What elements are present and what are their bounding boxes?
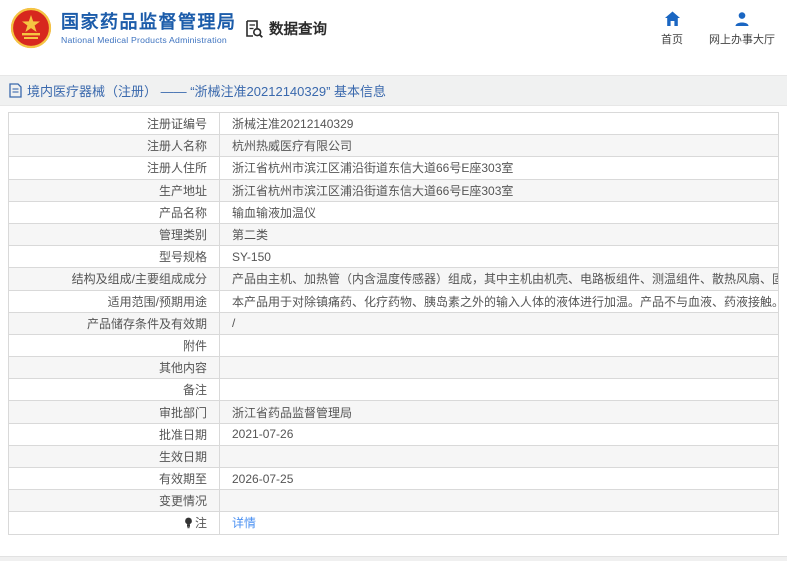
- row-label: 生效日期: [8, 444, 220, 469]
- row-label: 审批部门: [8, 400, 220, 424]
- row-value: 浙江省杭州市滨江区浦沿街道东信大道66号E座303室: [219, 178, 779, 202]
- row-label: 注册人住所: [8, 156, 220, 180]
- row-value: 浙械注准20212140329: [219, 111, 779, 136]
- row-value: [219, 333, 779, 358]
- detail-link[interactable]: 详情: [232, 516, 256, 530]
- person-icon: [735, 12, 749, 26]
- table-row: 适用范围/预期用途 本产品用于对除镇痛药、化疗药物、胰岛素之外的输入人体的液体进…: [8, 289, 779, 313]
- row-value: 输血输液加温仪: [219, 200, 779, 224]
- bulb-icon: [185, 518, 192, 529]
- data-query-label: 数据查询: [269, 22, 327, 38]
- row-value: [219, 489, 779, 513]
- footer-strip: [0, 556, 787, 561]
- row-label: 生产地址: [8, 178, 220, 202]
- row-value: [219, 378, 779, 402]
- nav-item-label: 网上办事大厅: [709, 34, 775, 46]
- agency-logo-group: 国家药品监督管理局 National Medical Products Admi…: [10, 7, 237, 49]
- table-row: 批准日期 2021-07-26: [8, 422, 779, 446]
- row-label: 管理类别: [8, 222, 220, 247]
- table-row: 变更情况: [8, 489, 779, 513]
- top-nav: 首页 网上办事大厅: [661, 11, 775, 47]
- data-query-tab[interactable]: 数据查询: [244, 18, 327, 39]
- table-row: 注册人名称 杭州热威医疗有限公司: [8, 134, 779, 158]
- table-row: 注 详情: [8, 511, 779, 535]
- row-label: 备注: [8, 378, 220, 402]
- row-label: 结构及组成/主要组成成分: [8, 267, 220, 291]
- table-row: 生效日期: [8, 444, 779, 469]
- table-row: 审批部门 浙江省药品监督管理局: [8, 400, 779, 424]
- agency-name-cn: 国家药品监督管理局: [61, 12, 237, 32]
- national-emblem-icon: [10, 7, 52, 49]
- info-table-body: 注册证编号 浙械注准20212140329 注册人名称 杭州热威医疗有限公司 注…: [8, 111, 779, 535]
- breadcrumb-text: 境内医疗器械（注册） —— “浙械注准20212140329” 基本信息: [27, 84, 387, 99]
- row-value: 浙江省杭州市滨江区浦沿街道东信大道66号E座303室: [219, 156, 779, 180]
- row-label: 附件: [8, 333, 220, 358]
- row-label: 其他内容: [8, 356, 220, 380]
- row-label: 产品储存条件及有效期: [8, 311, 220, 335]
- table-row: 型号规格 SY-150: [8, 245, 779, 269]
- row-value: 2021-07-26: [219, 422, 779, 446]
- breadcrumb: 境内医疗器械（注册） —— “浙械注准20212140329” 基本信息: [9, 81, 386, 100]
- table-row: 附件: [8, 333, 779, 358]
- registration-info-table-wrap: 注册证编号 浙械注准20212140329 注册人名称 杭州热威医疗有限公司 注…: [0, 106, 787, 535]
- nav-item-service-hall[interactable]: 网上办事大厅: [709, 11, 775, 47]
- row-value: 浙江省药品监督管理局: [219, 400, 779, 424]
- row-label: 有效期至: [8, 466, 220, 491]
- row-label: 注册证编号: [8, 111, 220, 136]
- row-label: 批准日期: [8, 422, 220, 446]
- row-value: [219, 356, 779, 380]
- document-icon: [9, 83, 22, 98]
- table-row: 产品名称 输血输液加温仪: [8, 200, 779, 224]
- row-label: 适用范围/预期用途: [8, 289, 220, 313]
- table-row: 注册证编号 浙械注准20212140329: [8, 111, 779, 136]
- nav-item-home[interactable]: 首页: [661, 11, 683, 47]
- nav-item-label: 首页: [661, 34, 683, 46]
- row-value: 详情: [219, 511, 779, 535]
- row-label: 注: [8, 511, 220, 535]
- row-label: 产品名称: [8, 200, 220, 224]
- table-row: 结构及组成/主要组成成分 产品由主机、加热管（内含温度传感器）组成，其中主机由机…: [8, 267, 779, 291]
- row-value: /: [219, 311, 779, 335]
- agency-name-en: National Medical Products Administration: [61, 35, 227, 45]
- row-value: 杭州热威医疗有限公司: [219, 134, 779, 158]
- table-row: 产品储存条件及有效期 /: [8, 311, 779, 335]
- table-row: 管理类别 第二类: [8, 222, 779, 247]
- document-search-icon: [246, 19, 263, 38]
- row-label: 注册人名称: [8, 134, 220, 158]
- row-value: SY-150: [219, 245, 779, 269]
- row-label: 型号规格: [8, 245, 220, 269]
- table-row: 其他内容: [8, 356, 779, 380]
- breadcrumb-bar: 境内医疗器械（注册） —— “浙械注准20212140329” 基本信息: [0, 75, 787, 106]
- row-label: 变更情况: [8, 489, 220, 513]
- row-value: [219, 444, 779, 469]
- home-icon: [664, 11, 680, 26]
- header: 国家药品监督管理局 National Medical Products Admi…: [0, 0, 787, 75]
- table-row: 注册人住所 浙江省杭州市滨江区浦沿街道东信大道66号E座303室: [8, 156, 779, 180]
- row-value: 2026-07-25: [219, 466, 779, 491]
- agency-title-block: 国家药品监督管理局 National Medical Products Admi…: [61, 11, 237, 45]
- row-value: 产品由主机、加热管（内含温度传感器）组成，其中主机由机壳、电路板组件、测温组件、…: [219, 267, 779, 291]
- row-value: 第二类: [219, 222, 779, 247]
- registration-info-table: 注册证编号 浙械注准20212140329 注册人名称 杭州热威医疗有限公司 注…: [8, 111, 779, 535]
- table-row: 备注: [8, 378, 779, 402]
- table-row: 有效期至 2026-07-25: [8, 466, 779, 491]
- table-row: 生产地址 浙江省杭州市滨江区浦沿街道东信大道66号E座303室: [8, 178, 779, 202]
- row-value: 本产品用于对除镇痛药、化疗药物、胰岛素之外的输入人体的液体进行加温。产品不与血液…: [219, 289, 779, 313]
